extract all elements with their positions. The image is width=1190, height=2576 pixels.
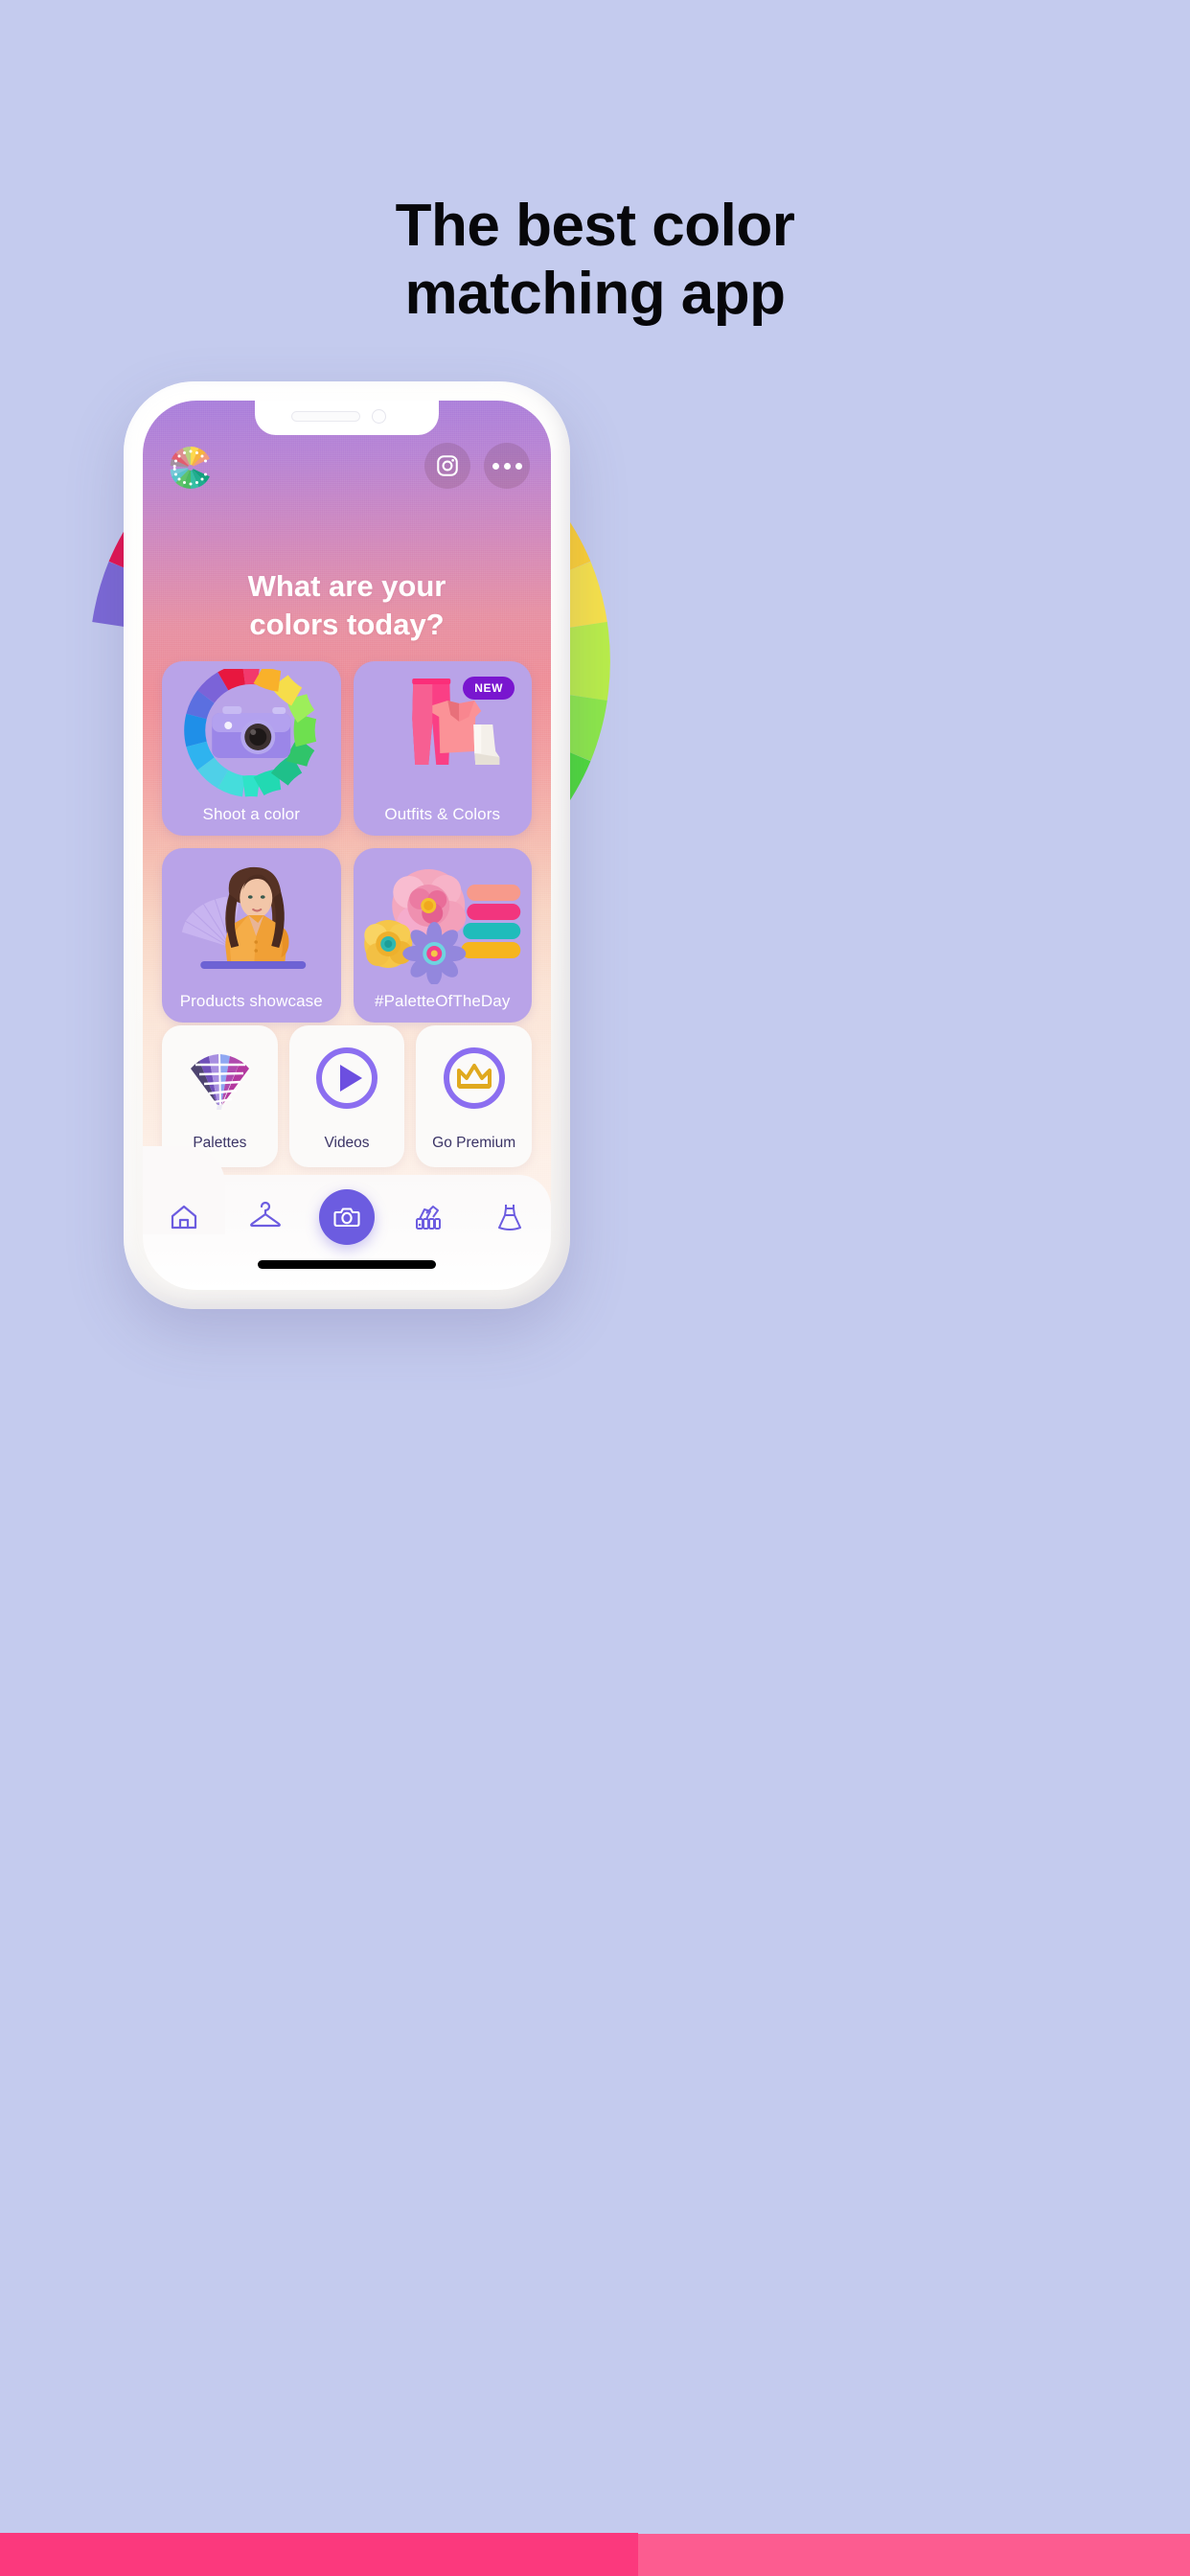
more-options-button[interactable] [484, 443, 530, 489]
footer-strip-right [638, 2534, 1190, 2576]
nav-item-dress[interactable] [469, 1183, 551, 1252]
color-fan-c-logo-icon [166, 443, 216, 493]
phone-mockup: What are your colors today? Shoot a colo… [124, 381, 570, 1309]
hero-line2: colors today? [249, 607, 445, 641]
tile-palette-of-the-day[interactable]: #PaletteOfTheDay [353, 848, 533, 1023]
card-label: Go Premium [432, 1135, 516, 1151]
card-label: Videos [324, 1135, 370, 1151]
card-go-premium[interactable]: Go Premium [416, 1025, 533, 1167]
more-dots-icon [492, 462, 522, 470]
nav-item-wardrobe[interactable] [224, 1183, 306, 1252]
instagram-button[interactable] [424, 443, 470, 489]
nav-item-camera[interactable] [306, 1183, 387, 1252]
quick-actions-row: Palettes Videos Go Premium [162, 1025, 533, 1167]
flowers-palette-icon [354, 856, 533, 985]
phone-notch [255, 401, 439, 435]
feature-tiles-grid: Shoot a color NEW Outfits & Colors Produ… [162, 661, 532, 1023]
nav-items [143, 1183, 551, 1252]
page-title-line2: matching app [404, 261, 786, 328]
crown-circle-icon [416, 1041, 532, 1116]
tile-shoot-a-color[interactable]: Shoot a color [162, 661, 341, 836]
nav-item-palettes[interactable] [388, 1183, 469, 1252]
badge-new: NEW [463, 677, 515, 700]
speaker-slot [291, 411, 360, 422]
header-actions [424, 443, 530, 489]
nav-item-home[interactable] [143, 1183, 224, 1252]
bottom-navigation [143, 1146, 551, 1290]
footer-strip-left [0, 2533, 638, 2576]
phone-screen: What are your colors today? Shoot a colo… [143, 401, 551, 1290]
color-swatch-fan-icon [162, 1041, 278, 1116]
camera-fab[interactable] [319, 1189, 375, 1245]
tile-outfits-and-colors[interactable]: NEW Outfits & Colors [353, 661, 532, 836]
model-portrait-icon [162, 856, 341, 984]
tile-label: Products showcase [179, 992, 323, 1010]
home-indicator [258, 1260, 436, 1269]
page-title: The best color matching app [0, 192, 1190, 329]
tile-label: #PaletteOfTheDay [375, 992, 511, 1010]
card-videos[interactable]: Videos [288, 1025, 405, 1167]
color-wheel-camera-icon [162, 662, 341, 797]
play-circle-icon [289, 1041, 405, 1116]
hero-line1: What are your [247, 569, 446, 603]
page-title-line1: The best color [395, 193, 795, 259]
hero-heading: What are your colors today? [143, 567, 551, 643]
front-camera-icon [372, 409, 386, 424]
app-header [143, 429, 551, 496]
tile-label: Outfits & Colors [384, 805, 501, 823]
tile-label: Shoot a color [202, 805, 300, 823]
tile-products-showcase[interactable]: Products showcase [162, 848, 341, 1023]
